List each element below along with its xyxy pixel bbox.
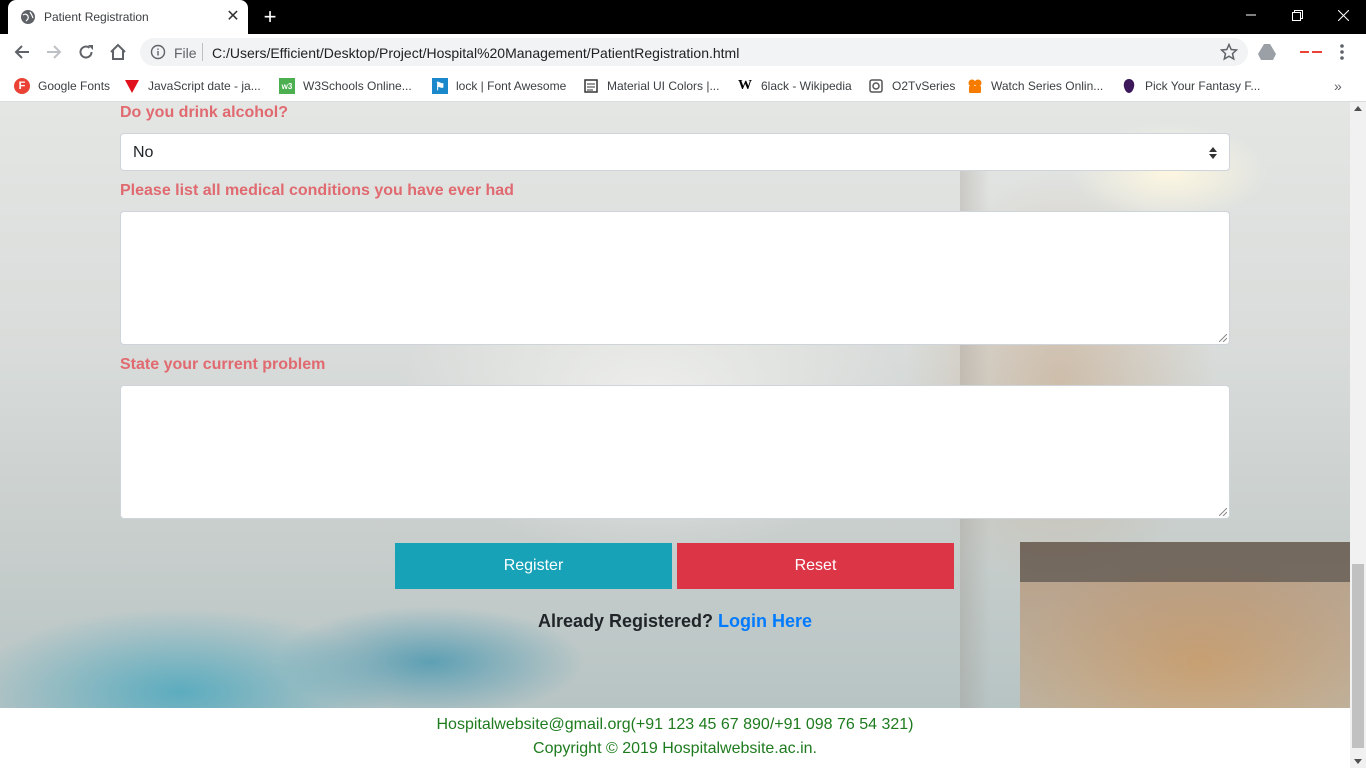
footer-copyright: Copyright © 2019 Hospitalwebsite.ac.in. <box>533 740 817 757</box>
javascript-date-icon <box>124 78 140 94</box>
scroll-up-arrow-icon[interactable] <box>1354 106 1362 111</box>
bookmark-javascript-date[interactable]: JavaScript date - ja... <box>124 76 261 96</box>
font-awesome-flag-icon: ⚑ <box>432 78 448 94</box>
scrollbar-thumb[interactable] <box>1352 564 1364 748</box>
bookmark-label: Watch Series Onlin... <box>991 79 1104 93</box>
extension-icon[interactable] <box>1300 50 1322 54</box>
close-tab-icon[interactable]: ✕ <box>224 8 242 26</box>
alcohol-select[interactable]: No <box>120 133 1230 171</box>
bookmark-star-icon[interactable] <box>1220 43 1238 61</box>
current-problem-label: State your current problem <box>120 356 326 373</box>
reset-button[interactable]: Reset <box>677 543 954 589</box>
vertical-scrollbar[interactable] <box>1350 102 1366 768</box>
bookmark-label: Google Fonts <box>38 79 111 93</box>
page-viewport: Do you drink alcohol? No Please list all… <box>0 102 1366 768</box>
google-fonts-icon: F <box>14 78 30 94</box>
bookmark-w3schools[interactable]: w3 W3Schools Online... <box>279 76 412 96</box>
o2tvseries-icon <box>868 78 884 94</box>
bookmark-label: W3Schools Online... <box>303 79 412 93</box>
forward-arrow-icon[interactable] <box>42 40 66 64</box>
select-caret-icon <box>1209 147 1217 159</box>
address-separator <box>202 43 203 61</box>
info-icon[interactable] <box>150 44 166 60</box>
footer-contact: Hospitalwebsite@gmail.org(+91 123 45 67 … <box>436 716 914 733</box>
reload-icon[interactable] <box>74 40 98 64</box>
scroll-down-arrow-icon[interactable] <box>1354 759 1362 764</box>
browser-toolbar: File C:/Users/Efficient/Desktop/Project/… <box>0 34 1366 70</box>
background-counter <box>1020 542 1350 582</box>
more-bookmarks-icon[interactable]: » <box>1334 78 1342 94</box>
bookmark-google-fonts[interactable]: F Google Fonts <box>14 76 110 96</box>
resize-grip-icon[interactable] <box>1219 508 1227 516</box>
bookmark-wikipedia[interactable]: W 6lack - Wikipedia <box>737 76 852 96</box>
material-ui-icon <box>583 78 599 94</box>
medical-conditions-textarea[interactable] <box>120 211 1230 345</box>
bookmarks-bar: F Google Fonts JavaScript date - ja... w… <box>0 70 1366 102</box>
home-icon[interactable] <box>106 40 130 64</box>
already-registered-text: Already Registered? <box>537 611 714 631</box>
menu-kebab-icon[interactable] <box>1334 42 1350 62</box>
globe-icon <box>21 10 35 24</box>
address-scheme-label: File <box>174 45 197 61</box>
bookmark-label: lock | Font Awesome <box>456 79 567 93</box>
already-registered-row: Already Registered? Login Here <box>0 611 1350 632</box>
minimize-window-icon[interactable] <box>1228 0 1274 30</box>
bookmark-label: O2TvSeries <box>892 79 956 93</box>
back-arrow-icon[interactable] <box>10 40 34 64</box>
alcohol-select-value: No <box>133 144 154 161</box>
current-problem-textarea[interactable] <box>120 385 1230 519</box>
resize-grip-icon[interactable] <box>1219 334 1227 342</box>
restore-window-icon[interactable] <box>1274 0 1320 30</box>
bookmark-label: 6lack - Wikipedia <box>761 79 852 93</box>
bookmark-label: Pick Your Fantasy F... <box>1145 79 1261 93</box>
new-tab-icon[interactable]: + <box>258 6 282 28</box>
w3schools-icon: w3 <box>279 78 295 94</box>
browser-tab-patient-registration[interactable]: Patient Registration ✕ <box>8 0 248 34</box>
register-button[interactable]: Register <box>395 543 672 589</box>
url-text[interactable]: C:/Users/Efficient/Desktop/Project/Hospi… <box>212 45 739 61</box>
premier-league-icon <box>1121 78 1137 94</box>
bookmark-fantasy-football[interactable]: Pick Your Fantasy F... <box>1121 76 1260 96</box>
medical-conditions-label: Please list all medical conditions you h… <box>120 182 514 199</box>
bookmark-o2tvseries[interactable]: O2TvSeries <box>868 76 955 96</box>
alcohol-label: Do you drink alcohol? <box>120 104 289 121</box>
google-drive-icon[interactable] <box>1258 44 1276 60</box>
bookmark-material-ui-colors[interactable]: Material UI Colors |... <box>583 76 719 96</box>
wikipedia-icon: W <box>738 78 752 93</box>
login-here-link[interactable]: Login Here <box>718 611 812 631</box>
bookmark-label: Material UI Colors |... <box>607 79 720 93</box>
page-footer: Hospitalwebsite@gmail.org(+91 123 45 67 … <box>0 708 1350 768</box>
bookmark-watch-series[interactable]: Watch Series Onlin... <box>967 76 1103 96</box>
close-window-icon[interactable] <box>1320 0 1366 30</box>
watch-series-icon <box>967 78 983 94</box>
tab-title: Patient Registration <box>44 10 149 24</box>
bookmark-label: JavaScript date - ja... <box>148 79 261 93</box>
browser-titlebar: Patient Registration ✕ + <box>0 0 1366 34</box>
address-bar[interactable]: File C:/Users/Efficient/Desktop/Project/… <box>140 38 1248 66</box>
bookmark-font-awesome[interactable]: ⚑ lock | Font Awesome <box>432 76 566 96</box>
